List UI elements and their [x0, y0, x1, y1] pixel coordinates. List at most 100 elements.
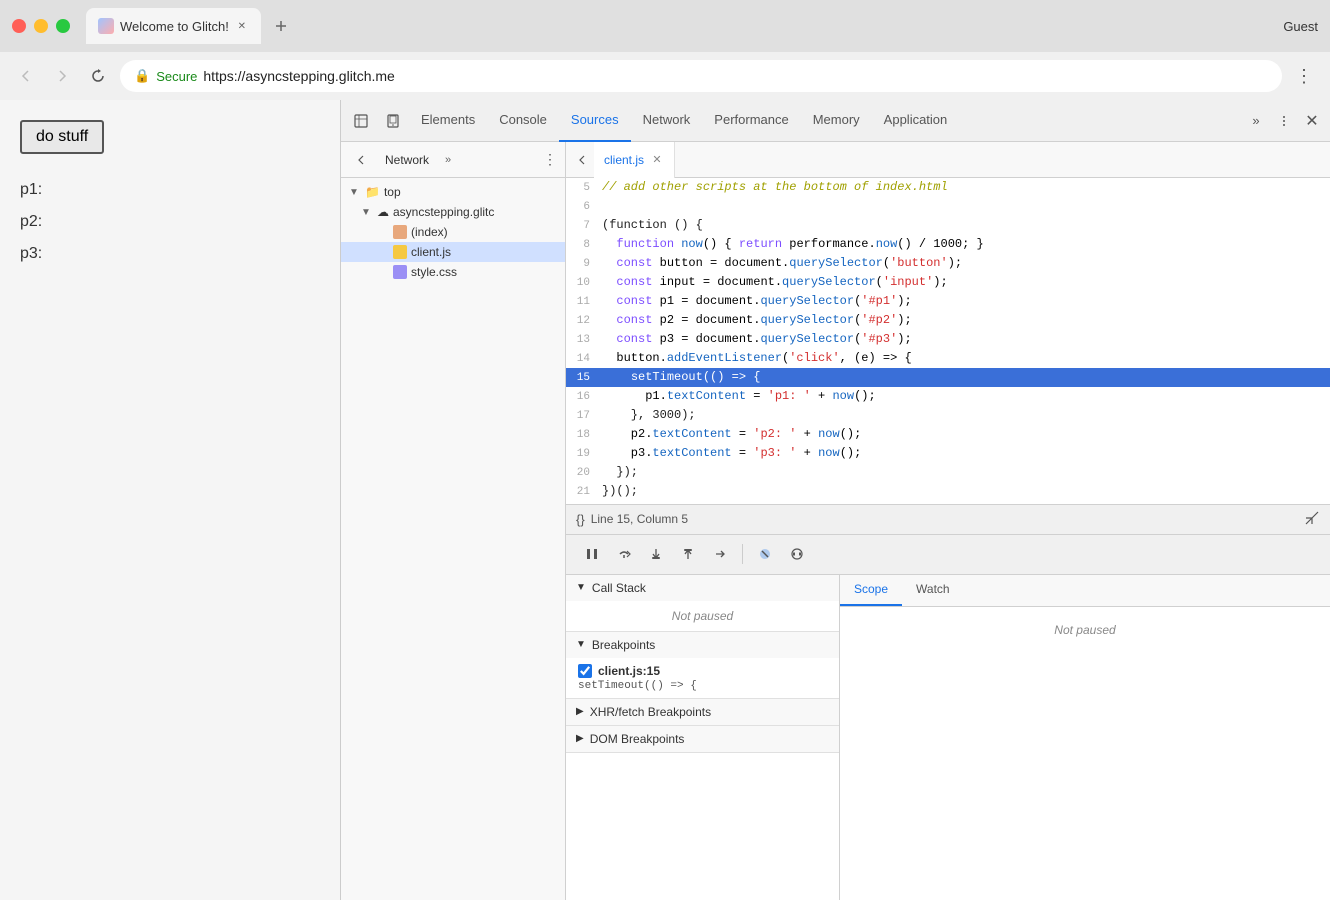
breakpoints-chevron: ▼: [576, 639, 586, 650]
tree-item-stylecss[interactable]: style.css: [341, 262, 565, 282]
step-over-button[interactable]: [610, 540, 638, 568]
code-line-14: 14 button.addEventListener('click', (e) …: [566, 349, 1330, 368]
secure-badge: Secure: [156, 69, 197, 84]
file-tree-network-tab[interactable]: Network: [377, 142, 437, 178]
cursor-position: Line 15, Column 5: [591, 512, 688, 526]
code-line-9: 9 const button = document.querySelector(…: [566, 254, 1330, 273]
tree-item-origin[interactable]: ▼ ☁ asyncstepping.glitc: [341, 202, 565, 222]
devtools-tabs: Elements Console Sources Network Perform…: [341, 100, 1330, 142]
tab-close-button[interactable]: ✕: [235, 19, 249, 33]
code-line-5: 5 // add other scripts at the bottom of …: [566, 178, 1330, 197]
tree-item-clientjs[interactable]: client.js: [341, 242, 565, 262]
devtools-menu-button[interactable]: [1270, 107, 1298, 135]
lock-icon: 🔒: [134, 68, 150, 84]
tab-application[interactable]: Application: [872, 100, 960, 142]
coverage-icon: [1304, 510, 1320, 526]
file-tree-nav-back[interactable]: [349, 148, 373, 172]
call-stack-chevron: ▼: [576, 582, 586, 593]
code-line-21: 21 })();: [566, 482, 1330, 501]
right-bottom-panel: Scope Watch Not paused: [840, 575, 1330, 900]
code-line-6: 6: [566, 197, 1330, 216]
tree-chevron-origin: ▼: [361, 207, 373, 218]
step-button[interactable]: [706, 540, 734, 568]
pause-resume-button[interactable]: [578, 540, 606, 568]
address-input-container[interactable]: 🔒 Secure https://asyncstepping.glitch.me: [120, 60, 1282, 92]
code-line-11: 11 const p1 = document.querySelector('#p…: [566, 292, 1330, 311]
cloud-icon: ☁: [377, 205, 389, 219]
page-labels: p1: p2: p3:: [20, 174, 320, 270]
watch-tab[interactable]: Watch: [902, 575, 964, 606]
step-out-button[interactable]: [674, 540, 702, 568]
xhr-breakpoints-label: XHR/fetch Breakpoints: [590, 705, 711, 719]
tab-memory[interactable]: Memory: [801, 100, 872, 142]
url-text: https://asyncstepping.glitch.me: [203, 68, 394, 84]
devtools-panel: Elements Console Sources Network Perform…: [340, 100, 1330, 900]
close-button[interactable]: [12, 19, 26, 33]
more-tabs-button[interactable]: »: [1242, 113, 1270, 128]
bottom-panels: ▼ Call Stack Not paused ▼ Breakpoints: [566, 574, 1330, 900]
browser-page: do stuff p1: p2: p3:: [0, 100, 340, 900]
code-tab-clientjs[interactable]: client.js ✕: [594, 142, 675, 178]
tree-item-top[interactable]: ▼ 📁 top: [341, 182, 565, 202]
code-line-17: 17 }, 3000);: [566, 406, 1330, 425]
do-stuff-button[interactable]: do stuff: [20, 120, 104, 154]
file-tree-menu-button[interactable]: ⋮: [543, 151, 557, 168]
code-line-15: 15 setTimeout(() => {: [566, 368, 1330, 387]
maximize-button[interactable]: [56, 19, 70, 33]
tab-performance[interactable]: Performance: [702, 100, 800, 142]
tab-console[interactable]: Console: [487, 100, 559, 142]
main-layout: do stuff p1: p2: p3: Elements Console So…: [0, 100, 1330, 900]
tree-label-stylecss: style.css: [411, 265, 457, 279]
code-line-20: 20 });: [566, 463, 1330, 482]
pause-exceptions-button[interactable]: [783, 540, 811, 568]
traffic-lights: [12, 19, 70, 33]
code-line-19: 19 p3.textContent = 'p3: ' + now();: [566, 444, 1330, 463]
breakpoints-label: Breakpoints: [592, 638, 655, 652]
dom-breakpoints-section: ▶ DOM Breakpoints: [566, 726, 839, 753]
dom-chevron: ▶: [576, 733, 584, 744]
back-button[interactable]: [12, 62, 40, 90]
tab-network[interactable]: Network: [631, 100, 703, 142]
call-stack-label: Call Stack: [592, 581, 646, 595]
scope-watch-tabs: Scope Watch: [840, 575, 1330, 607]
device-toolbar-button[interactable]: [377, 105, 409, 137]
breakpoint-item-0: client.js:15 setTimeout(() => {: [566, 658, 839, 698]
breakpoint-checkbox-0[interactable]: [578, 664, 592, 678]
pretty-print-button[interactable]: {}: [576, 512, 585, 527]
dom-breakpoints-label: DOM Breakpoints: [590, 732, 685, 746]
scope-not-paused: Not paused: [840, 607, 1330, 653]
folder-icon-top: 📁: [365, 185, 380, 199]
forward-button[interactable]: [48, 62, 76, 90]
scope-tab[interactable]: Scope: [840, 575, 902, 606]
code-line-8: 8 function now() { return performance.no…: [566, 235, 1330, 254]
dom-breakpoints-header[interactable]: ▶ DOM Breakpoints: [566, 726, 839, 752]
inspect-element-button[interactable]: [345, 105, 377, 137]
step-into-button[interactable]: [642, 540, 670, 568]
devtools-close-button[interactable]: ✕: [1298, 107, 1326, 135]
code-nav-back[interactable]: [570, 148, 594, 172]
breakpoints-header[interactable]: ▼ Breakpoints: [566, 632, 839, 658]
file-tree-more-button[interactable]: »: [441, 154, 455, 166]
minimize-button[interactable]: [34, 19, 48, 33]
browser-tab[interactable]: Welcome to Glitch! ✕: [86, 8, 261, 44]
xhr-chevron: ▶: [576, 706, 584, 717]
call-stack-header[interactable]: ▼ Call Stack: [566, 575, 839, 601]
code-footer: {} Line 15, Column 5: [566, 504, 1330, 534]
tree-item-index[interactable]: (index): [341, 222, 565, 242]
xhr-breakpoints-header[interactable]: ▶ XHR/fetch Breakpoints: [566, 699, 839, 725]
tab-elements[interactable]: Elements: [409, 100, 487, 142]
new-tab-button[interactable]: [265, 10, 297, 42]
html-file-icon: [393, 225, 407, 239]
code-line-18: 18 p2.textContent = 'p2: ' + now();: [566, 425, 1330, 444]
address-bar: 🔒 Secure https://asyncstepping.glitch.me…: [0, 52, 1330, 100]
tree-label-index: (index): [411, 225, 448, 239]
tab-sources[interactable]: Sources: [559, 100, 631, 142]
deactivate-breakpoints-button[interactable]: [751, 540, 779, 568]
code-editor[interactable]: 5 // add other scripts at the bottom of …: [566, 178, 1330, 504]
code-tab-close-button[interactable]: ✕: [650, 153, 664, 167]
file-tree-header: Network » ⋮: [341, 142, 565, 178]
reload-button[interactable]: [84, 62, 112, 90]
css-file-icon: [393, 265, 407, 279]
browser-menu-button[interactable]: ⋮: [1290, 62, 1318, 90]
xhr-breakpoints-section: ▶ XHR/fetch Breakpoints: [566, 699, 839, 726]
